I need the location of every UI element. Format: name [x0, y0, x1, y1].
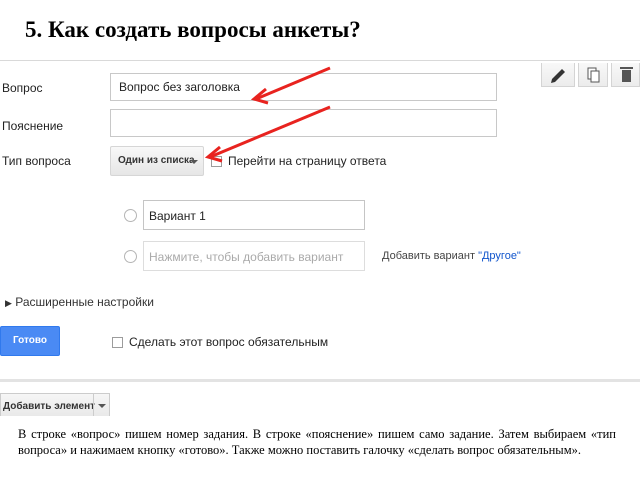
instruction-text: В строке «вопрос» пишем номер задания. В…: [18, 427, 616, 457]
arrow-to-question-type: [204, 105, 331, 163]
slide-title: 5. Как создать вопросы анкеты?: [25, 17, 361, 42]
arrow-to-question-title: [250, 66, 331, 105]
annotation-arrows: [204, 66, 331, 163]
form-editor-screenshot: Вопрос Вопрос без заголовка Пояснение Ти…: [0, 60, 640, 416]
